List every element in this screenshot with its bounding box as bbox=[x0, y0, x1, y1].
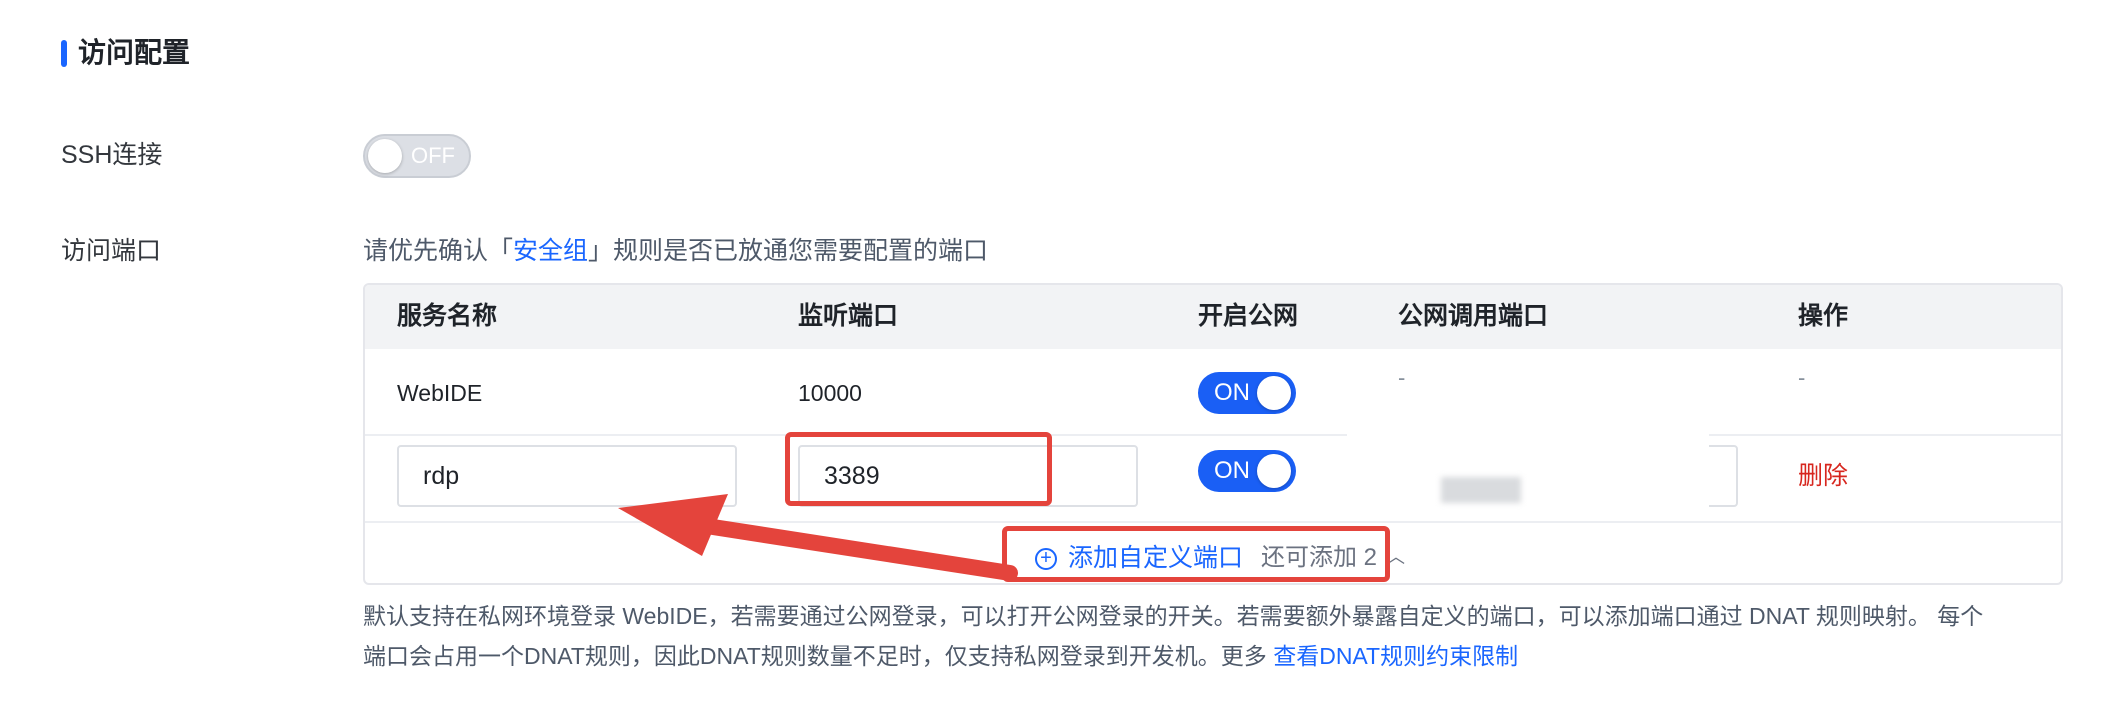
ssh-toggle-text: OFF bbox=[411, 143, 455, 168]
annotation-arrow-head bbox=[618, 494, 728, 556]
row1-listen-port: 10000 bbox=[798, 380, 862, 406]
annotation-arrow-shaft bbox=[692, 517, 1018, 581]
ports-label: 访问端口 bbox=[61, 237, 162, 265]
col-public-network: 开启公网 bbox=[1198, 302, 1299, 330]
section-accent-bar bbox=[61, 40, 67, 67]
row1-action: - bbox=[1798, 365, 1806, 390]
ports-hint: 请优先确认「安全组」规则是否已放通您需要配置的端口 bbox=[363, 234, 988, 268]
row1-public-toggle[interactable]: ON bbox=[1198, 372, 1296, 414]
row-divider bbox=[365, 434, 2061, 436]
toggle-knob bbox=[1257, 454, 1291, 488]
redacted-value bbox=[1441, 477, 1521, 503]
ssh-label: SSH连接 bbox=[61, 141, 163, 169]
note-line-1: 默认支持在私网环境登录 WebIDE，若需要通过公网登录，可以打开公网登录的开关… bbox=[363, 603, 1984, 629]
delete-button[interactable]: 删除 bbox=[1798, 459, 1848, 493]
row1-toggle-text: ON bbox=[1214, 379, 1250, 406]
security-group-link[interactable]: 安全组 bbox=[513, 237, 588, 265]
toggle-knob bbox=[368, 139, 402, 173]
table-header: 服务名称 监听端口 开启公网 公网调用端口 操作 bbox=[365, 285, 2061, 349]
col-actions: 操作 bbox=[1798, 302, 1849, 330]
row1-service-name: WebIDE bbox=[397, 380, 483, 406]
hint-suffix: 」规则是否已放通您需要配置的端口 bbox=[588, 237, 989, 265]
col-listen-port: 监听端口 bbox=[798, 302, 899, 330]
hint-prefix: 请优先确认「 bbox=[363, 237, 514, 265]
dnat-limits-link[interactable]: 查看DNAT规则约束限制 bbox=[1273, 643, 1518, 669]
annotation-arrow-icon bbox=[618, 494, 1018, 581]
toggle-knob bbox=[1257, 376, 1291, 410]
col-service-name: 服务名称 bbox=[397, 302, 498, 330]
note-line-2-text: 端口会占用一个DNAT规则，因此DNAT规则数量不足时，仅支持私网登录到开发机。… bbox=[363, 643, 1274, 669]
redacted-region bbox=[1347, 433, 1709, 523]
ssh-toggle[interactable]: OFF bbox=[363, 134, 471, 178]
row2-public-toggle[interactable]: ON bbox=[1198, 450, 1296, 492]
row2-toggle-text: ON bbox=[1214, 457, 1250, 484]
row1-public-port: - bbox=[1398, 365, 1406, 390]
note-line-2: 端口会占用一个DNAT规则，因此DNAT规则数量不足时，仅支持私网登录到开发机。… bbox=[363, 636, 2063, 676]
annotation-box-add bbox=[1002, 526, 1390, 582]
section-title: 访问配置 bbox=[78, 37, 191, 68]
col-public-port: 公网调用端口 bbox=[1398, 302, 1549, 330]
